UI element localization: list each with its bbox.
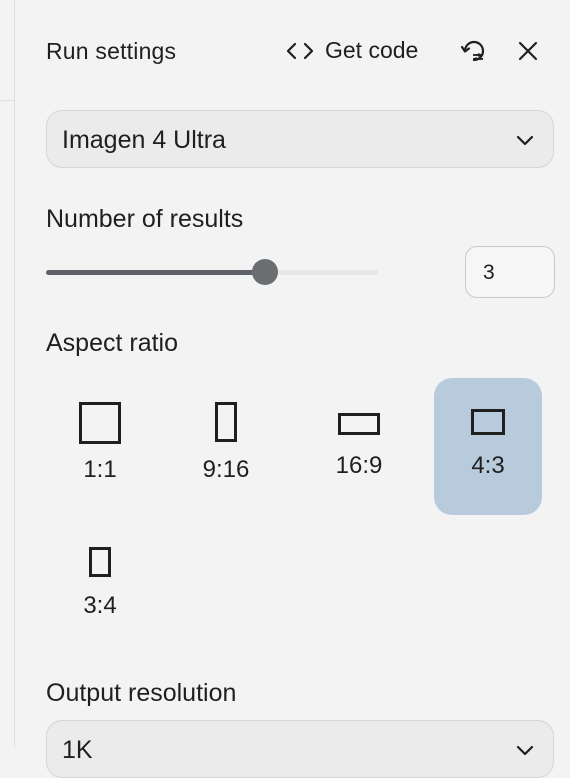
portrait-ratio-icon (89, 547, 111, 577)
get-code-button[interactable]: Get code (285, 37, 418, 64)
aspect-option-label: 1:1 (83, 456, 117, 483)
aspect-option-label: 9:16 (202, 456, 250, 483)
number-of-results-label: Number of results (46, 205, 244, 233)
aspect-option-label: 3:4 (83, 592, 117, 619)
left-gutter (0, 0, 15, 747)
run-settings-panel: Run settings Get code Imagen 4 Ultra Num… (15, 0, 570, 778)
panel-title: Run settings (46, 38, 177, 64)
results-slider[interactable] (46, 259, 378, 285)
get-code-label: Get code (325, 37, 419, 63)
aspect-option-16-9[interactable]: 16:9 (305, 378, 413, 515)
landscape-wide-ratio-icon (338, 413, 380, 435)
aspect-option-3-4[interactable]: 3:4 (46, 520, 154, 657)
portrait-tall-ratio-icon (215, 402, 237, 442)
output-resolution-select[interactable]: 1K (46, 720, 554, 778)
reset-settings-icon (460, 40, 485, 62)
results-number-input[interactable]: 3 (465, 246, 555, 298)
chevron-down-icon (516, 135, 534, 146)
output-resolution-value: 1K (62, 736, 93, 764)
close-icon (518, 41, 538, 61)
results-slider-fill (46, 270, 266, 275)
square-ratio-icon (79, 402, 121, 444)
output-resolution-label: Output resolution (46, 679, 237, 707)
landscape-ratio-icon (471, 409, 505, 435)
results-slider-thumb[interactable] (252, 259, 279, 285)
aspect-ratio-label: Aspect ratio (46, 329, 179, 357)
reset-settings-button[interactable] (459, 36, 489, 66)
close-button[interactable] (513, 36, 543, 66)
aspect-option-1-1[interactable]: 1:1 (46, 378, 154, 515)
aspect-option-label: 4:3 (471, 452, 505, 479)
aspect-option-9-16[interactable]: 9:16 (172, 378, 280, 515)
model-select-value: Imagen 4 Ultra (62, 126, 226, 154)
chevron-down-icon (516, 745, 534, 756)
aspect-option-label: 16:9 (335, 452, 383, 479)
gutter-divider (0, 100, 14, 101)
results-number-value: 3 (483, 261, 495, 284)
model-select[interactable]: Imagen 4 Ultra (46, 110, 554, 168)
code-brackets-icon (286, 42, 314, 59)
aspect-option-4-3[interactable]: 4:3 (434, 378, 542, 515)
